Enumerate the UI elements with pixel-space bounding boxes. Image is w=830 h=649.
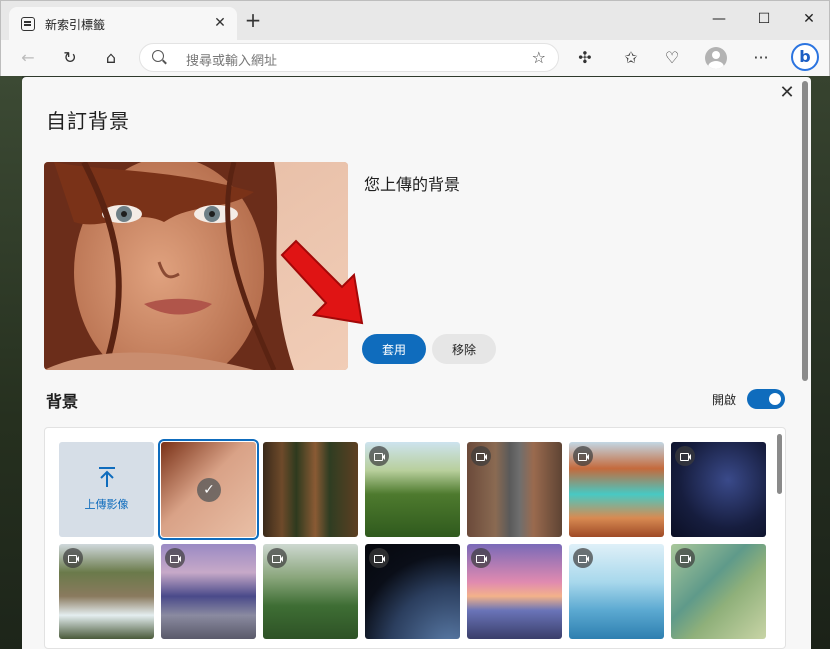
background-tile-earth-from-space[interactable] (365, 544, 460, 639)
video-icon (573, 548, 593, 568)
background-tile-pier-sunset[interactable] (467, 544, 562, 639)
tab-title: 新索引標籤 (45, 18, 106, 32)
extensions-icon[interactable]: ✣ (574, 47, 596, 69)
apply-button[interactable]: 套用 (362, 334, 426, 364)
video-icon (471, 548, 491, 568)
video-icon (369, 446, 389, 466)
background-tile-starry-night-sky[interactable] (671, 442, 766, 537)
browser-toolbar: ← ↻ ⌂ 搜尋或輸入網址 ☆ ✣ ✩ ♡ ··· b (0, 40, 830, 76)
background-toggle[interactable] (747, 389, 785, 409)
video-icon (471, 446, 491, 466)
search-icon (152, 50, 164, 62)
background-tile-green-hills[interactable] (263, 544, 358, 639)
remove-button[interactable]: 移除 (432, 334, 496, 364)
favorites-icon[interactable]: ✩ (620, 47, 642, 69)
video-icon (369, 548, 389, 568)
add-favorite-icon[interactable]: ☆ (532, 48, 546, 67)
video-icon (165, 548, 185, 568)
video-icon (63, 548, 83, 568)
dialog-title: 自訂背景 (46, 109, 130, 133)
background-tile-glacier-birds[interactable] (569, 544, 664, 639)
background-tile-turquoise-canyon-lake[interactable] (569, 442, 664, 537)
red-arrow-annotation (280, 239, 364, 325)
toggle-knob (769, 393, 781, 405)
home-icon[interactable]: ⌂ (100, 47, 122, 69)
toggle-label: 開啟 (712, 393, 737, 407)
background-tile-waterfall-cliff[interactable] (59, 544, 154, 639)
background-tile-green-valley-mountain[interactable] (365, 442, 460, 537)
video-icon (675, 548, 695, 568)
background-tile-river-delta-aerial[interactable] (671, 544, 766, 639)
upload-image-tile[interactable]: 上傳影像 (59, 442, 154, 537)
uploaded-background-heading: 您上傳的背景 (364, 175, 461, 194)
more-icon[interactable]: ··· (750, 47, 772, 69)
bing-icon[interactable]: b (791, 43, 819, 71)
video-icon (675, 446, 695, 466)
video-icon (573, 446, 593, 466)
maximize-icon[interactable]: ☐ (756, 11, 772, 27)
minimize-icon[interactable]: — (711, 11, 727, 27)
new-tab-button[interactable]: + (243, 10, 263, 31)
dialog-close-icon[interactable]: ✕ (777, 83, 797, 103)
address-bar[interactable]: 搜尋或輸入網址 ☆ (139, 43, 559, 72)
upload-image-label: 上傳影像 (84, 498, 129, 511)
window-close-icon[interactable]: ✕ (801, 11, 817, 27)
back-icon[interactable]: ← (17, 47, 39, 69)
background-grid: 上傳影像 ✓ (44, 427, 786, 649)
dialog-scrollbar[interactable] (802, 81, 808, 381)
grid-scrollbar[interactable] (777, 434, 782, 494)
address-input[interactable]: 搜尋或輸入網址 (186, 50, 277, 69)
background-tile-misty-terraces-sunset[interactable] (161, 544, 256, 639)
background-tile-aerial-highway[interactable] (467, 442, 562, 537)
new-tab-page-icon (21, 17, 35, 31)
browser-essentials-icon[interactable]: ♡ (661, 47, 683, 69)
title-bar: 新索引標籤 ✕ + — ☐ ✕ (0, 0, 830, 41)
profile-icon[interactable] (705, 47, 727, 69)
page-background-left (0, 76, 22, 649)
custom-background-dialog: ✕ 自訂背景 您上傳的背景 套用 移除 背景 開啟 上傳影像 ✓ (22, 77, 811, 649)
selected-check-icon: ✓ (197, 478, 221, 502)
refresh-icon[interactable]: ↻ (59, 47, 81, 69)
background-tile-redwood-forest-path[interactable] (263, 442, 358, 537)
page-background-right (808, 76, 830, 649)
tab-close-icon[interactable]: ✕ (211, 14, 229, 32)
background-tile-uploaded-portrait[interactable]: ✓ (158, 439, 259, 540)
backgrounds-section-title: 背景 (46, 392, 79, 411)
video-icon (267, 548, 287, 568)
upload-icon (99, 467, 115, 487)
tab-new-tab[interactable]: 新索引標籤 ✕ (9, 7, 237, 41)
